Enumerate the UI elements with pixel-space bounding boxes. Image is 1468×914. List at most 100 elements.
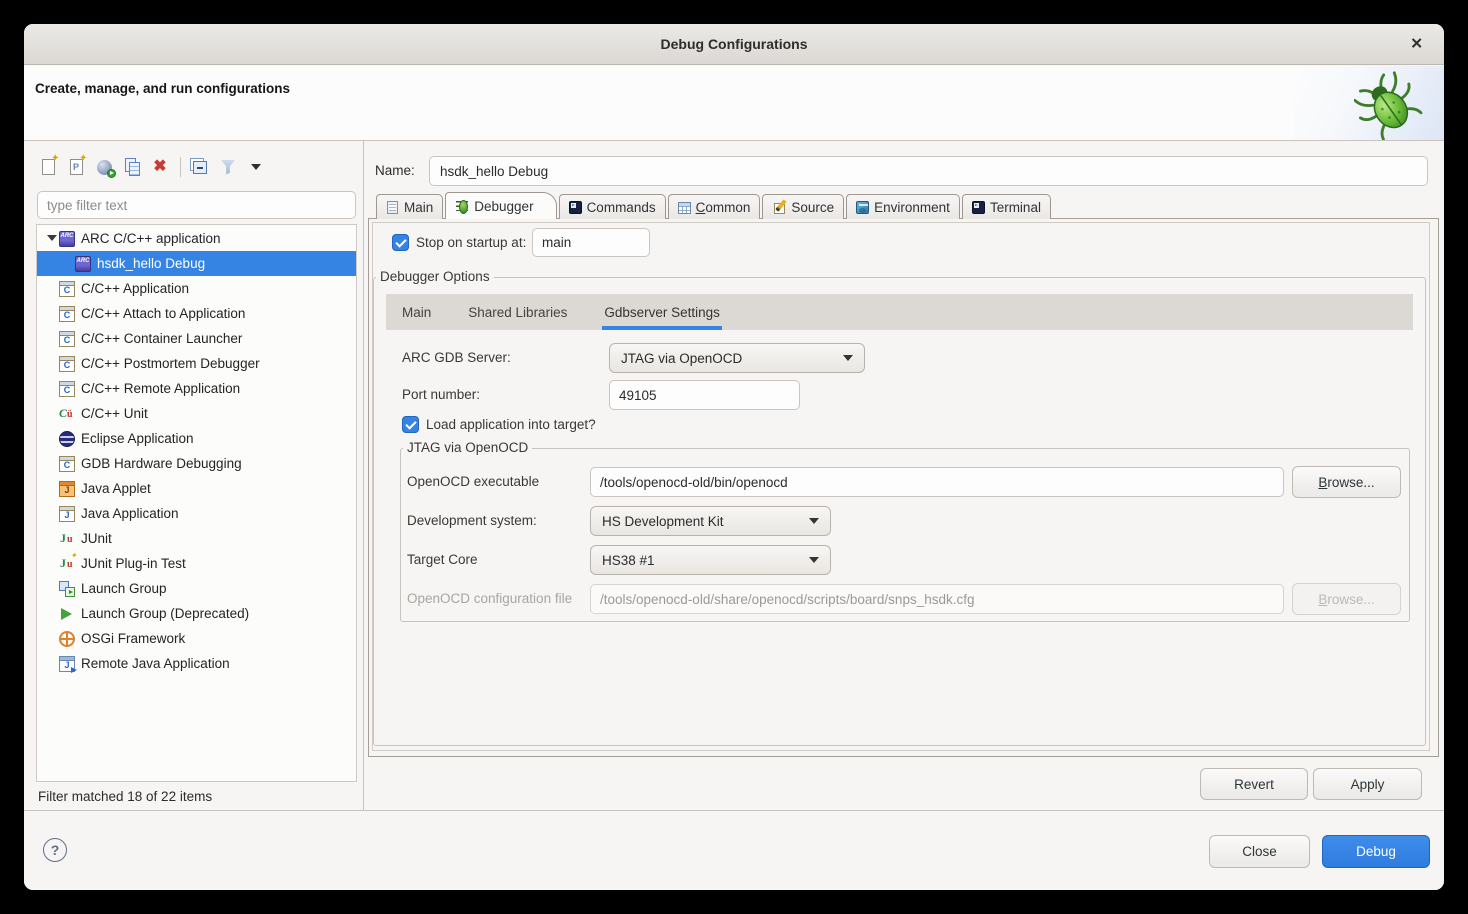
eclipse-sphere-icon bbox=[59, 431, 75, 447]
tree-item-remote-java[interactable]: Remote Java Application bbox=[37, 651, 356, 676]
port-number-label: Port number: bbox=[402, 387, 480, 402]
dialog-subtitle: Create, manage, and run configurations bbox=[35, 81, 290, 96]
jtag-openocd-group: JTAG via OpenOCD OpenOCD executable Brow… bbox=[400, 448, 1410, 622]
c-window-icon bbox=[59, 456, 75, 472]
launch-config-toolbar: ✦ P✦ ✖ bbox=[38, 155, 274, 179]
new-launch-configuration-icon[interactable]: ✦ bbox=[38, 156, 58, 178]
remote-java-icon bbox=[59, 656, 75, 672]
tree-item-c-attach[interactable]: C/C++ Attach to Application bbox=[37, 301, 356, 326]
openocd-config-file-input bbox=[590, 584, 1284, 614]
close-button[interactable]: Close bbox=[1209, 835, 1310, 868]
filter-launch-configurations-icon[interactable] bbox=[218, 156, 238, 178]
expander-arrow-icon[interactable] bbox=[47, 235, 57, 241]
toolbar-separator bbox=[180, 157, 181, 177]
osgi-target-icon bbox=[59, 631, 75, 647]
tree-item-arc-application[interactable]: ARC C/C++ application bbox=[37, 226, 356, 251]
c-window-icon bbox=[59, 306, 75, 322]
green-bug-icon bbox=[1354, 70, 1424, 140]
c-window-icon bbox=[59, 356, 75, 372]
tab-commands[interactable]: Commands bbox=[559, 194, 666, 219]
help-icon[interactable]: ? bbox=[43, 838, 67, 862]
port-number-input[interactable] bbox=[609, 380, 800, 410]
table-icon bbox=[678, 202, 691, 214]
jtag-openocd-group-label: JTAG via OpenOCD bbox=[403, 440, 532, 455]
green-play-icon bbox=[59, 606, 75, 622]
development-system-label: Development system: bbox=[407, 513, 537, 528]
arc-icon bbox=[75, 256, 91, 272]
tree-item-java-applet[interactable]: Java Applet bbox=[37, 476, 356, 501]
c-window-icon bbox=[59, 381, 75, 397]
configurations-sidebar: ✦ P✦ ✖ ARC C/C++ application hsdk_hello … bbox=[24, 141, 363, 810]
debugger-options-group: Debugger Options Main Shared Libraries G… bbox=[373, 277, 1426, 746]
c-unit-icon bbox=[59, 406, 75, 422]
titlebar[interactable]: Debug Configurations ✕ bbox=[24, 24, 1444, 65]
development-system-combo[interactable]: HS Development Kit bbox=[590, 506, 831, 536]
file-icon bbox=[387, 201, 398, 214]
options-tab-main[interactable]: Main bbox=[402, 294, 431, 330]
load-application-checkbox[interactable] bbox=[402, 416, 419, 433]
view-menu-arrow-icon[interactable] bbox=[246, 156, 266, 178]
target-core-combo[interactable]: HS38 #1 bbox=[590, 545, 831, 575]
c-window-icon bbox=[59, 281, 75, 297]
debug-configurations-dialog: Debug Configurations ✕ bbox=[24, 24, 1444, 890]
filter-input[interactable] bbox=[37, 191, 356, 219]
configurations-tree: ARC C/C++ application hsdk_hello Debug C… bbox=[36, 224, 357, 782]
chevron-down-icon bbox=[809, 518, 819, 524]
target-core-label: Target Core bbox=[407, 552, 478, 567]
tree-item-c-unit[interactable]: C/C++ Unit bbox=[37, 401, 356, 426]
tree-item-gdb-hardware[interactable]: GDB Hardware Debugging bbox=[37, 451, 356, 476]
apply-button[interactable]: Apply bbox=[1313, 768, 1422, 800]
console-icon bbox=[569, 201, 582, 214]
tree-item-eclipse-application[interactable]: Eclipse Application bbox=[37, 426, 356, 451]
debugger-options-group-label: Debugger Options bbox=[376, 269, 494, 284]
delete-launch-configuration-icon[interactable]: ✖ bbox=[150, 156, 170, 178]
tab-main[interactable]: Main bbox=[376, 194, 443, 219]
window-title: Debug Configurations bbox=[661, 36, 808, 52]
terminal-icon bbox=[972, 201, 985, 214]
stop-on-startup-input[interactable] bbox=[532, 228, 650, 257]
tree-item-launch-group-deprecated[interactable]: Launch Group (Deprecated) bbox=[37, 601, 356, 626]
options-tab-gdbserver-settings[interactable]: Gdbserver Settings bbox=[604, 294, 720, 330]
name-input[interactable] bbox=[429, 156, 1428, 186]
launch-group-icon bbox=[59, 581, 75, 597]
arc-gdb-server-combo[interactable]: JTAG via OpenOCD bbox=[609, 343, 865, 373]
bug-icon bbox=[455, 199, 469, 213]
tree-item-junit[interactable]: JUnit bbox=[37, 526, 356, 551]
browse-executable-button[interactable]: Browse... bbox=[1292, 466, 1401, 498]
new-prototype-icon[interactable]: P✦ bbox=[66, 156, 86, 178]
debug-button[interactable]: Debug bbox=[1322, 835, 1430, 868]
junit-plugin-icon: ✦ bbox=[59, 556, 75, 572]
tree-item-launch-group[interactable]: Launch Group bbox=[37, 576, 356, 601]
browse-config-file-button: Browse... bbox=[1292, 583, 1401, 615]
tree-item-c-postmortem[interactable]: C/C++ Postmortem Debugger bbox=[37, 351, 356, 376]
openocd-config-file-label: OpenOCD configuration file bbox=[407, 591, 572, 606]
dialog-footer: ? Close Debug bbox=[24, 811, 1444, 890]
name-label: Name: bbox=[375, 163, 415, 178]
tab-environment[interactable]: Environment bbox=[846, 194, 960, 219]
tree-item-junit-plugin-test[interactable]: ✦ JUnit Plug-in Test bbox=[37, 551, 356, 576]
editor-tabbar: Main Debugger Commands Common Source Env… bbox=[376, 192, 1053, 219]
stop-on-startup-checkbox[interactable] bbox=[392, 234, 409, 251]
collapse-all-icon[interactable] bbox=[190, 156, 210, 178]
tree-item-c-container-launcher[interactable]: C/C++ Container Launcher bbox=[37, 326, 356, 351]
openocd-executable-label: OpenOCD executable bbox=[407, 474, 539, 489]
duplicate-launch-configuration-icon[interactable] bbox=[122, 156, 142, 178]
load-application-label: Load application into target? bbox=[426, 417, 596, 432]
tree-item-c-remote[interactable]: C/C++ Remote Application bbox=[37, 376, 356, 401]
tree-item-java-application[interactable]: Java Application bbox=[37, 501, 356, 526]
openocd-executable-input[interactable] bbox=[590, 467, 1284, 497]
tab-debugger[interactable]: Debugger bbox=[445, 192, 556, 219]
tab-common[interactable]: Common bbox=[668, 194, 761, 219]
debugger-options-tabbar: Main Shared Libraries Gdbserver Settings bbox=[386, 294, 1413, 330]
tree-item-hsdk-hello-debug[interactable]: hsdk_hello Debug bbox=[37, 251, 356, 276]
close-icon[interactable]: ✕ bbox=[1410, 37, 1423, 52]
tab-source[interactable]: Source bbox=[762, 194, 844, 219]
options-tab-shared-libraries[interactable]: Shared Libraries bbox=[468, 294, 567, 330]
tab-terminal[interactable]: Terminal bbox=[962, 194, 1051, 219]
chevron-down-icon bbox=[809, 557, 819, 563]
export-launch-configurations-icon[interactable] bbox=[94, 156, 114, 178]
revert-button[interactable]: Revert bbox=[1200, 768, 1308, 800]
tree-item-osgi-framework[interactable]: OSGi Framework bbox=[37, 626, 356, 651]
tree-item-c-application[interactable]: C/C++ Application bbox=[37, 276, 356, 301]
java-applet-icon bbox=[59, 481, 75, 497]
